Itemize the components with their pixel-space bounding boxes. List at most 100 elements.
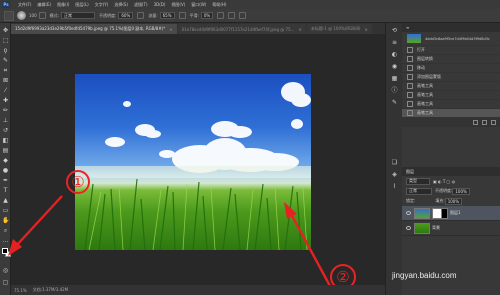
history-item-label: 画笔工具: [417, 83, 433, 88]
menu-image[interactable]: 图像(I): [57, 2, 69, 8]
menu-edit[interactable]: 编辑(E): [37, 2, 51, 8]
paths-panel-icon[interactable]: ⌇: [391, 183, 398, 190]
type-tool-icon[interactable]: T: [2, 187, 9, 194]
menu-file[interactable]: 文件(F): [18, 2, 31, 8]
history-item[interactable]: 打开: [402, 46, 500, 55]
document-tab-active[interactable]: 15d2d9f6993a23d3e29b5f0edfd5479b.jpeg @ …: [11, 24, 177, 34]
eraser-tool-icon[interactable]: ◧: [2, 137, 9, 144]
panel-spacer: [402, 127, 500, 167]
document-size: 文档:1.37M/3.42M: [32, 287, 69, 292]
foreground-color-swatch[interactable]: [2, 248, 8, 254]
swatches-panel-icon[interactable]: ▦: [391, 75, 398, 82]
layers-tab[interactable]: 图层: [406, 169, 414, 175]
brush-panel-icon[interactable]: [38, 12, 46, 19]
pen-tool-icon[interactable]: ✒: [2, 177, 9, 184]
smooth-field[interactable]: 0%: [200, 12, 214, 19]
history-item[interactable]: 画笔工具: [402, 82, 500, 91]
menu-type[interactable]: 文字(Y): [95, 2, 109, 8]
quick-mask-icon[interactable]: ◎: [2, 267, 9, 274]
history-item[interactable]: 画笔工具: [402, 100, 500, 109]
zoom-level[interactable]: 75.1%: [14, 288, 27, 293]
menu-view[interactable]: 视图(V): [171, 2, 185, 8]
history-tab[interactable]: ≡: [406, 25, 409, 30]
opacity-field[interactable]: 60%: [118, 12, 134, 19]
frame-tool-icon[interactable]: ⊠: [2, 77, 9, 84]
layers-panel-icon[interactable]: ❏: [391, 159, 398, 166]
menu-bar: Ps 文件(F) 编辑(E) 图像(I) 图层(L) 文字(Y) 选择(S) 滤…: [0, 0, 500, 9]
menu-window[interactable]: 窗口(W): [191, 2, 206, 8]
zoom-tool-icon[interactable]: ⌕: [2, 227, 9, 234]
brush-tool-icon[interactable]: ✏: [2, 107, 9, 114]
blur-tool-icon[interactable]: ◆: [2, 157, 9, 164]
brush-settings-panel-icon[interactable]: ✎: [391, 99, 398, 106]
hand-tool-icon[interactable]: ✋: [2, 217, 9, 224]
info-panel-icon[interactable]: ⓘ: [391, 87, 398, 94]
airbrush-icon[interactable]: [178, 12, 186, 19]
visibility-eye-icon[interactable]: [406, 226, 411, 230]
healing-brush-tool-icon[interactable]: ✚: [2, 97, 9, 104]
filter-icons[interactable]: ▣ ◐ T ▢ ◍: [433, 179, 455, 184]
menu-layer[interactable]: 图层(L): [75, 2, 88, 8]
flow-field[interactable]: 65%: [159, 12, 175, 19]
layer-name: 背景: [432, 225, 440, 230]
clone-stamp-tool-icon[interactable]: ⊥: [2, 117, 9, 124]
mode-select[interactable]: 正常: [61, 12, 95, 19]
rectangle-tool-icon[interactable]: ▭: [2, 207, 9, 214]
settings-gear-icon[interactable]: [217, 12, 225, 19]
more-tools-icon[interactable]: …: [2, 237, 9, 244]
document-tab[interactable]: 未标题-1 @ 100%(RGB/8) ×: [306, 24, 372, 34]
history-item[interactable]: 移动: [402, 64, 500, 73]
history-snapshot[interactable]: 4ddd3c6aa9f5ce7d4f9b04d3f9d8d3c: [402, 32, 500, 46]
crop-tool-icon[interactable]: ⌗: [2, 67, 9, 74]
symmetry-icon[interactable]: [239, 12, 247, 19]
history-panel-icon[interactable]: ⟲: [391, 27, 398, 34]
menu-filter[interactable]: 滤镜(T): [134, 2, 148, 8]
new-document-icon[interactable]: [473, 120, 478, 125]
brush-icon: [407, 83, 413, 89]
dodge-tool-icon[interactable]: ●: [2, 167, 9, 174]
move-tool-icon[interactable]: ✥: [2, 27, 9, 34]
gradient-tool-icon[interactable]: ▤: [2, 147, 9, 154]
tools-panel: ✥ ⬚ ϙ ✎ ⌗ ⊠ ⁄ ✚ ✏ ⊥ ↺ ◧ ▤ ◆ ● ✒ T ▲ ▭ ✋ …: [0, 23, 11, 295]
tab-label: 15d2d9f6993a23d3e29b5f0edfd5479b.jpeg @ …: [15, 26, 166, 31]
tool-preset-picker[interactable]: [4, 10, 14, 21]
layer-mask-thumbnail[interactable]: [432, 207, 448, 219]
marquee-tool-icon[interactable]: ⬚: [2, 37, 9, 44]
visibility-eye-icon[interactable]: [406, 211, 411, 215]
menu-3d[interactable]: 3D(D): [154, 2, 166, 7]
history-item-selected[interactable]: 画笔工具: [402, 109, 500, 118]
path-select-tool-icon[interactable]: ▲: [2, 197, 9, 204]
close-icon[interactable]: ×: [298, 27, 301, 32]
layer-row[interactable]: 图层1: [402, 206, 500, 221]
document-tab[interactable]: 01e78ecd4d9f063d0077f1157e21d4fbef74f.jp…: [177, 24, 306, 34]
canvas-area[interactable]: [11, 34, 385, 285]
layer-filter-row: 类型 ▣ ◐ T ▢ ◍: [402, 176, 500, 186]
pressure-opacity-icon[interactable]: [137, 12, 145, 19]
layer-opacity-field[interactable]: 100%: [452, 187, 470, 195]
screen-mode-icon[interactable]: ▢: [2, 279, 9, 286]
menu-help[interactable]: 帮助(H): [212, 2, 226, 8]
history-item[interactable]: 画笔工具: [402, 91, 500, 100]
pressure-size-icon[interactable]: [228, 12, 236, 19]
camera-icon[interactable]: [482, 120, 487, 125]
document-image[interactable]: [75, 74, 311, 250]
properties-panel-icon[interactable]: ≡: [391, 39, 398, 46]
trash-icon[interactable]: [491, 120, 496, 125]
layer-row[interactable]: 背景: [402, 221, 500, 236]
menu-select[interactable]: 选择(S): [114, 2, 128, 8]
close-icon[interactable]: ×: [364, 27, 367, 32]
eyedropper-tool-icon[interactable]: ⁄: [2, 87, 9, 94]
channels-panel-icon[interactable]: ◈: [391, 171, 398, 178]
blend-mode-select[interactable]: 正常: [406, 187, 432, 195]
history-item[interactable]: 添加图层蒙版: [402, 73, 500, 82]
history-item[interactable]: 图层转换: [402, 55, 500, 64]
history-brush-tool-icon[interactable]: ↺: [2, 127, 9, 134]
brush-preview-icon[interactable]: [17, 11, 26, 20]
lasso-tool-icon[interactable]: ϙ: [2, 47, 9, 54]
layer-fill-field[interactable]: 100%: [444, 197, 463, 205]
close-icon[interactable]: ×: [169, 27, 172, 32]
adjustments-panel-icon[interactable]: ◐: [391, 51, 398, 58]
color-panel-icon[interactable]: ◉: [391, 63, 398, 70]
quick-select-tool-icon[interactable]: ✎: [2, 57, 9, 64]
layer-kind-filter[interactable]: 类型: [406, 177, 430, 185]
